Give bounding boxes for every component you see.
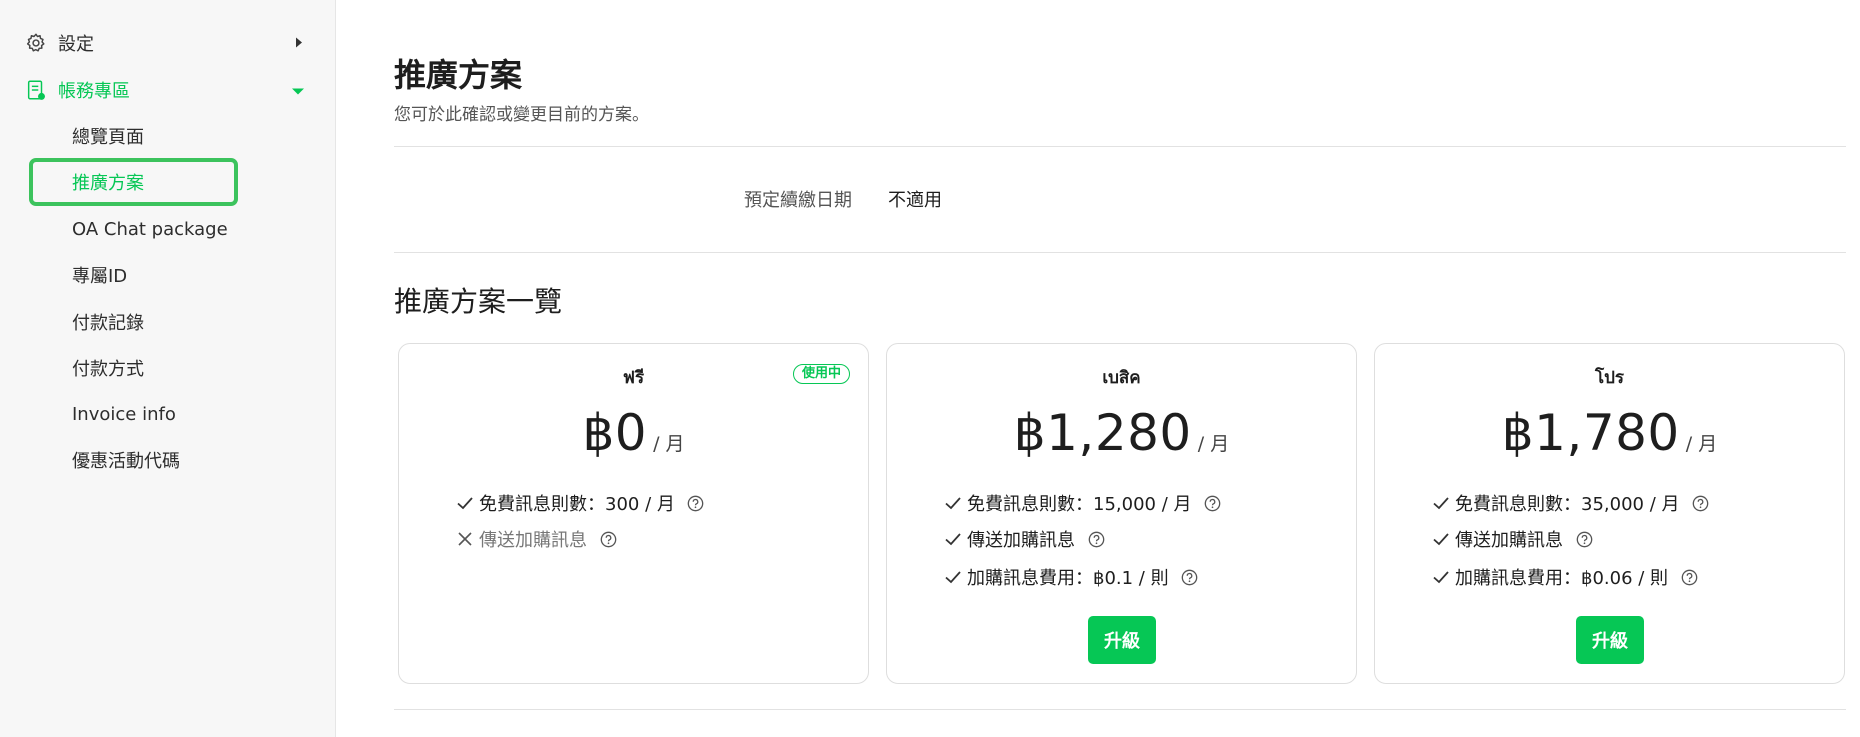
feature-text: 加購訊息費用：฿0.06 / 則 [1455, 568, 1669, 589]
plan-feature: 免費訊息則數：300 / 月 [455, 488, 705, 518]
price-unit: / 月 [653, 433, 685, 455]
plan-price: ฿1,280 [1013, 404, 1192, 462]
plan-feature: 加購訊息費用：฿0.06 / 則 [1431, 562, 1698, 592]
plans-section-title: 推廣方案一覽 [394, 285, 563, 318]
renewal-date-value: 不適用 [888, 190, 942, 211]
divider [394, 146, 1846, 147]
help-icon[interactable] [1680, 568, 1698, 586]
page-title: 推廣方案 [394, 56, 523, 94]
main-content: 推廣方案 您可於此確認或變更目前的方案。 預定續繳日期 不適用 推廣方案一覽 ฟ… [336, 0, 1860, 737]
plan-price: ฿1,780 [1501, 404, 1680, 462]
price-row: ฿1,780/ 月 [1375, 404, 1844, 462]
page-subtitle: 您可於此確認或變更目前的方案。 [394, 105, 649, 125]
sidebar-item-payment-history[interactable]: 付款記錄 [72, 305, 144, 339]
sidebar-item-invoice-info[interactable]: Invoice info [72, 397, 176, 431]
feature-text: 傳送加購訊息 [479, 530, 587, 551]
price-row: ฿0/ 月 [399, 404, 868, 462]
status-badge: 使用中 [792, 364, 850, 384]
feature-text: 傳送加購訊息 [1455, 530, 1563, 551]
price-unit: / 月 [1197, 433, 1230, 455]
price-unit: / 月 [1685, 433, 1718, 455]
sidebar-item-payment-method[interactable]: 付款方式 [72, 351, 144, 385]
check-icon [1431, 529, 1451, 549]
help-icon[interactable] [1204, 494, 1222, 512]
plan-feature: 免費訊息則數：15,000 / 月 [943, 488, 1222, 518]
caret-down-icon [292, 80, 304, 101]
sidebar-item-oa-chat-package[interactable]: OA Chat package [72, 212, 228, 246]
help-icon[interactable] [1087, 530, 1105, 548]
feature-text: 免費訊息則數：300 / 月 [479, 494, 675, 515]
upgrade-button[interactable]: 升級 [1088, 616, 1156, 664]
help-icon[interactable] [599, 530, 617, 548]
plan-card-pro: โปร ฿1,780/ 月 免費訊息則數：35,000 / 月 傳送加購訊息 加… [1374, 343, 1845, 684]
feature-text: 加購訊息費用：฿0.1 / 則 [967, 568, 1169, 589]
sidebar-item-billing-label: 帳務專區 [58, 81, 130, 102]
price-row: ฿1,280/ 月 [887, 404, 1356, 462]
sidebar-item-overview[interactable]: 總覽頁面 [72, 119, 144, 153]
plan-feature: 加購訊息費用：฿0.1 / 則 [943, 562, 1199, 592]
plan-feature: 免費訊息則數：35,000 / 月 [1431, 488, 1710, 518]
plan-feature: 傳送加購訊息 [1431, 524, 1593, 554]
plan-feature: 傳送加購訊息 [943, 524, 1105, 554]
check-icon [943, 493, 963, 513]
document-icon [24, 78, 48, 102]
feature-text: 傳送加購訊息 [967, 530, 1075, 551]
sidebar-item-premium-id[interactable]: 專屬ID [72, 258, 127, 292]
check-icon [943, 567, 963, 587]
divider [394, 252, 1846, 253]
plan-card-basic: เบสิค ฿1,280/ 月 免費訊息則數：15,000 / 月 傳送加購訊息… [886, 343, 1357, 684]
plan-name: เบสิค [1102, 368, 1141, 388]
sidebar-item-billing[interactable]: 帳務專區 [24, 70, 314, 110]
plan-price: ฿0 [582, 404, 648, 462]
check-icon [455, 493, 475, 513]
plan-feature: 傳送加購訊息 [455, 524, 617, 554]
check-icon [1431, 567, 1451, 587]
renewal-date-label: 預定續繳日期 [744, 190, 852, 211]
help-icon[interactable] [687, 494, 705, 512]
cross-icon [455, 529, 475, 549]
help-icon[interactable] [1181, 568, 1199, 586]
sidebar-item-settings-label: 設定 [58, 34, 94, 55]
feature-text: 免費訊息則數：15,000 / 月 [967, 494, 1192, 515]
sidebar-item-coupon-codes[interactable]: 優惠活動代碼 [72, 443, 180, 477]
caret-right-icon [294, 33, 304, 54]
sidebar: 設定 帳務專區 總覽頁面 推廣方案 OA Chat package 專屬ID 付… [0, 0, 336, 737]
check-icon [943, 529, 963, 549]
plan-card-free: ฟรี 使用中 ฿0/ 月 免費訊息則數：300 / 月 傳送加購訊息 [398, 343, 869, 684]
help-icon[interactable] [1692, 494, 1710, 512]
gear-icon [24, 31, 48, 55]
selection-highlight [29, 158, 238, 206]
sidebar-item-settings[interactable]: 設定 [24, 23, 314, 63]
check-icon [1431, 493, 1451, 513]
feature-text: 免費訊息則數：35,000 / 月 [1455, 494, 1680, 515]
help-icon[interactable] [1575, 530, 1593, 548]
divider [394, 709, 1846, 710]
upgrade-button[interactable]: 升級 [1576, 616, 1644, 664]
plan-name: โปร [1594, 368, 1625, 388]
